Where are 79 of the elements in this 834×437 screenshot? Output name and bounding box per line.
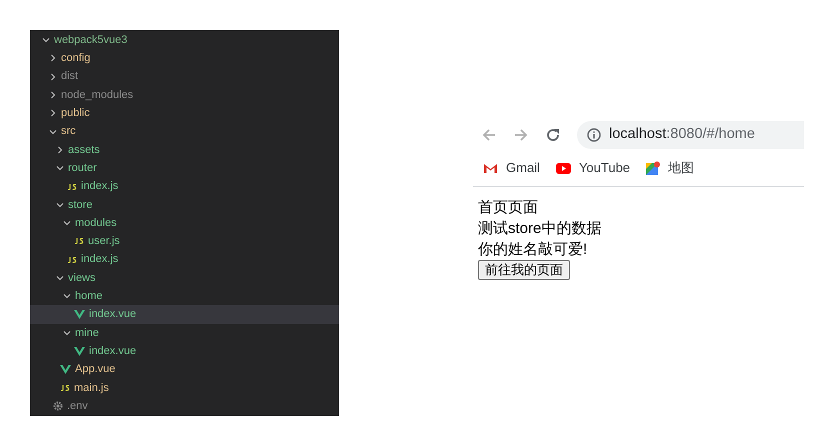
- bookmark[interactable]: YouTube: [556, 158, 630, 178]
- gear-icon: [53, 401, 63, 412]
- item-label: index.vue: [89, 307, 136, 322]
- reload-icon[interactable]: [545, 127, 561, 143]
- item-label: .env: [67, 398, 88, 414]
- item-label: home: [75, 289, 103, 304]
- tree-item[interactable]: main.js: [30, 378, 339, 397]
- tree-item[interactable]: modules: [30, 214, 339, 232]
- bookmark[interactable]: 地图: [646, 158, 694, 178]
- tree-item[interactable]: dist: [30, 68, 339, 86]
- item-label: public: [61, 106, 90, 122]
- page-text: 你的姓名敲可爱!: [478, 240, 588, 260]
- item-label: webpack5vue3: [54, 32, 128, 48]
- tree-item[interactable]: index.js: [30, 177, 339, 196]
- chevron-down-icon: [42, 36, 50, 44]
- tree-item[interactable]: index.vue: [30, 342, 339, 360]
- navigate-button[interactable]: 前往我的页面: [478, 260, 570, 280]
- page-text: 首页页面: [478, 198, 539, 218]
- item-label: store: [68, 198, 92, 213]
- chevron-down-icon: [63, 328, 71, 337]
- item-label: App.vue: [75, 362, 116, 378]
- js-file-icon: [74, 238, 84, 244]
- chevron-right-icon: [49, 109, 57, 118]
- vue-file-icon: [74, 346, 85, 356]
- back-icon[interactable]: [481, 127, 497, 143]
- forward-icon[interactable]: [513, 127, 529, 143]
- js-file-icon: [60, 384, 70, 391]
- item-label: dist: [61, 69, 78, 84]
- item-label: modules: [75, 216, 117, 231]
- item-label: index.vue: [89, 344, 136, 359]
- chevron-down-icon: [56, 164, 64, 172]
- chevron-down-icon: [56, 274, 64, 282]
- item-label: src: [61, 124, 76, 140]
- chevron-down-icon: [63, 292, 71, 300]
- item-label: index.js: [81, 252, 118, 268]
- chevron-down-icon: [56, 200, 64, 209]
- chevron-right-icon: [56, 146, 64, 154]
- tree-item[interactable]: node_modules: [30, 86, 339, 104]
- tree-item[interactable]: views: [30, 268, 339, 288]
- chevron-down-icon: [63, 219, 71, 228]
- mail-icon: [483, 162, 498, 174]
- tree-item[interactable]: router: [30, 159, 339, 178]
- item-label: router: [68, 160, 97, 176]
- info-icon: [587, 128, 601, 142]
- address-bar[interactable]: localhost:8080/#/home: [577, 121, 804, 149]
- bookmark[interactable]: Gmail: [483, 158, 540, 178]
- map-icon: [646, 161, 660, 175]
- js-file-icon: [67, 256, 77, 263]
- item-label: views: [68, 270, 96, 286]
- tree-item[interactable]: public: [30, 104, 339, 122]
- chevron-right-icon: [49, 54, 57, 62]
- tree-item[interactable]: src: [30, 122, 339, 141]
- item-label: user.js: [88, 234, 120, 250]
- tree-item[interactable]: index.js: [30, 250, 339, 269]
- page-text: 测试store中的数据: [478, 219, 602, 239]
- tree-item[interactable]: App.vue: [30, 360, 339, 379]
- tree-item[interactable]: assets: [30, 140, 339, 160]
- tree-item[interactable]: index.vue: [30, 305, 339, 324]
- tree-item[interactable]: store: [30, 196, 339, 214]
- item-label: node_modules: [61, 88, 134, 103]
- chevron-down-icon: [49, 128, 57, 136]
- tree-item[interactable]: .env: [30, 396, 339, 416]
- url-text: localhost:8080/#/home: [609, 125, 755, 144]
- tree-item[interactable]: mine: [30, 324, 339, 342]
- vue-file-icon: [60, 364, 71, 374]
- tree-item[interactable]: webpack5vue3: [30, 31, 339, 50]
- chevron-right-icon: [49, 91, 57, 100]
- item-label: assets: [68, 142, 100, 158]
- item-label: index.js: [81, 179, 118, 194]
- tree-item[interactable]: home: [30, 287, 339, 306]
- tree-item[interactable]: user.js: [30, 232, 339, 251]
- item-label: main.js: [74, 380, 109, 396]
- chevron-right-icon: [49, 72, 57, 81]
- item-label: config: [61, 51, 90, 66]
- play-icon: [556, 162, 571, 174]
- vue-file-icon: [74, 310, 85, 320]
- js-file-icon: [67, 184, 77, 190]
- item-label: mine: [75, 326, 99, 341]
- tree-item[interactable]: config: [30, 49, 339, 68]
